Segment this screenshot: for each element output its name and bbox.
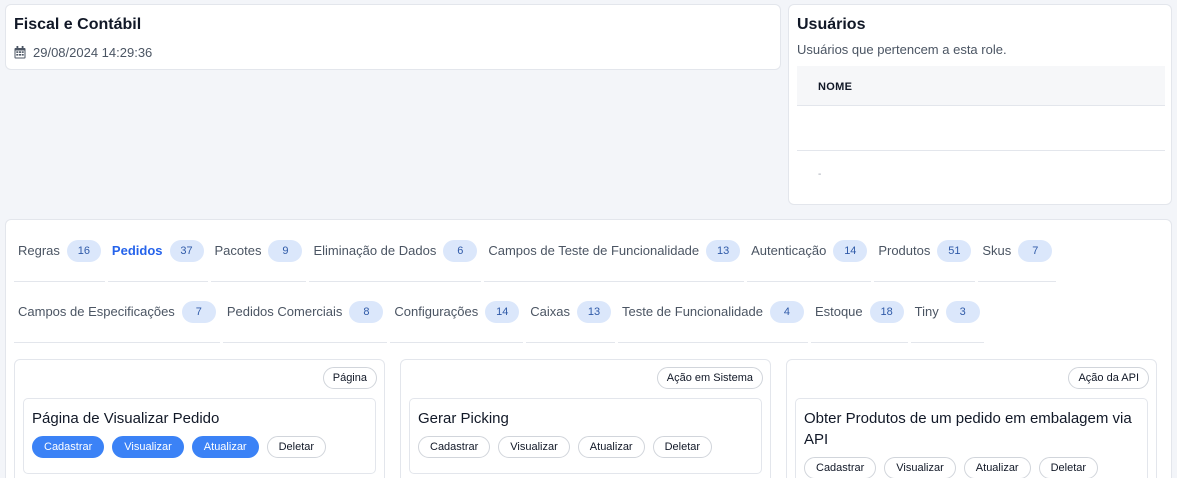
- permissions-card: Regras 16 Pedidos 37 Pacotes 9 Eliminação de D…: [5, 219, 1172, 478]
- visualizar-toggle[interactable]: Visualizar: [112, 436, 184, 458]
- users-subtitle: Usuários que pertencem a esta role.: [797, 42, 1007, 57]
- tab-label: Estoque: [814, 304, 863, 319]
- tab-row-2: Campos de Especificações 7 Pedidos Comerci…: [14, 281, 987, 343]
- tab-count-badge: 8: [349, 300, 384, 323]
- tab-count-badge: 6: [443, 239, 478, 262]
- permission-title: Página de Visualizar Pedido: [32, 410, 220, 427]
- permission-type-badge: Página: [322, 367, 377, 389]
- tab-skus[interactable]: Skus 7: [978, 220, 1057, 282]
- tab-count-badge: 14: [833, 239, 868, 262]
- tab-count-badge: 13: [706, 239, 741, 262]
- users-card: Usuários Usuários que pertencem a esta r…: [788, 4, 1172, 205]
- tab-label: Configurações: [394, 304, 479, 319]
- tab-count-badge: 14: [485, 300, 520, 323]
- tab-row-1: Regras 16 Pedidos 37 Pacotes 9 Eliminação de D…: [14, 220, 1059, 282]
- permission-actions: Cadastrar Visualizar Atualizar Deletar: [32, 436, 367, 458]
- tab-count-badge: 18: [869, 300, 904, 323]
- tab-label: Produtos: [878, 243, 931, 258]
- calendar-icon: [14, 46, 26, 59]
- tab-label: Regras: [18, 243, 60, 258]
- tab-count-badge: 4: [769, 300, 804, 323]
- tab-produtos[interactable]: Produtos 51: [874, 220, 976, 282]
- tab-label: Autenticação: [751, 243, 827, 258]
- permission-type-badge: Ação da API: [1068, 367, 1149, 389]
- column-header-name: NOME: [818, 81, 853, 93]
- tab-count-badge: 16: [66, 239, 101, 262]
- users-table-header: NOME: [797, 66, 1165, 106]
- role-header-card: Fiscal e Contábil 29/08/2024 14:29:36: [5, 4, 781, 70]
- permission-card: Ação da API Obter Produtos de um pedido e…: [786, 359, 1157, 478]
- tab-label: Caixas: [530, 304, 570, 319]
- cadastrar-toggle[interactable]: Cadastrar: [418, 436, 491, 458]
- permission-type-badge: Ação em Sistema: [656, 367, 763, 389]
- tab-campos-de-teste-de-funcionalidade[interactable]: Campos de Teste de Funcionalidade 13: [484, 220, 745, 282]
- permission-card: Ação em Sistema Gerar Picking Cadastrar Vis…: [400, 359, 771, 478]
- tab-label: Pedidos: [111, 243, 163, 258]
- tab-pedidos-comerciais[interactable]: Pedidos Comerciais 8: [222, 281, 388, 343]
- cadastrar-toggle[interactable]: Cadastrar: [32, 436, 105, 458]
- tab-pedidos[interactable]: Pedidos 37: [107, 220, 208, 282]
- timestamp-row: 29/08/2024 14:29:36: [14, 45, 152, 60]
- tab-label: Skus: [982, 243, 1012, 258]
- atualizar-toggle[interactable]: Atualizar: [963, 457, 1031, 478]
- deletar-toggle[interactable]: Deletar: [1038, 457, 1099, 478]
- users-title: Usuários: [797, 16, 866, 33]
- tab-pacotes[interactable]: Pacotes 9: [210, 220, 307, 282]
- cadastrar-toggle[interactable]: Cadastrar: [804, 457, 877, 478]
- tab-teste-de-funcionalidade[interactable]: Teste de Funcionalidade 4: [618, 281, 808, 343]
- tab-configuracoes[interactable]: Configurações 14: [390, 281, 524, 343]
- tab-estoque[interactable]: Estoque 18: [810, 281, 908, 343]
- permission-item: Gerar Picking Cadastrar Visualizar Atualiza…: [409, 398, 762, 474]
- tab-count-badge: 9: [268, 239, 303, 262]
- permission-actions: Cadastrar Visualizar Atualizar Deletar: [804, 457, 1139, 478]
- page-title: Fiscal e Contábil: [14, 16, 142, 33]
- tab-label: Pedidos Comerciais: [226, 304, 343, 319]
- tab-label: Eliminação de Dados: [313, 243, 437, 258]
- deletar-toggle[interactable]: Deletar: [652, 436, 713, 458]
- tab-count-badge: 13: [577, 300, 611, 323]
- tab-label: Tiny: [914, 304, 939, 319]
- atualizar-toggle[interactable]: Atualizar: [191, 436, 259, 458]
- deletar-toggle[interactable]: Deletar: [266, 436, 327, 458]
- tab-count-badge: 51: [937, 239, 972, 262]
- permission-title: Gerar Picking: [418, 410, 509, 427]
- permission-actions: Cadastrar Visualizar Atualizar Deletar: [418, 436, 753, 458]
- tab-label: Campos de Especificações: [18, 304, 175, 319]
- visualizar-toggle[interactable]: Visualizar: [498, 436, 570, 458]
- tab-count-badge: 3: [945, 300, 980, 323]
- tab-label: Teste de Funcionalidade: [622, 304, 763, 319]
- tab-label: Campos de Teste de Funcionalidade: [488, 243, 700, 258]
- tab-count-badge: 7: [181, 300, 216, 323]
- permission-card: Página Página de Visualizar Pedido Cadastr…: [14, 359, 385, 478]
- permission-item: Obter Produtos de um pedido em embalagem…: [795, 398, 1148, 478]
- table-divider: [797, 150, 1165, 151]
- tab-autenticacao[interactable]: Autenticação 14: [747, 220, 872, 282]
- permission-item: Página de Visualizar Pedido Cadastrar Visu…: [23, 398, 376, 474]
- tab-count-badge: 37: [169, 239, 204, 262]
- tab-label: Pacotes: [214, 243, 262, 258]
- timestamp: 29/08/2024 14:29:36: [33, 45, 153, 60]
- atualizar-toggle[interactable]: Atualizar: [577, 436, 645, 458]
- tab-eliminacao-de-dados[interactable]: Eliminação de Dados 6: [309, 220, 482, 282]
- tab-caixas[interactable]: Caixas 13: [526, 281, 615, 343]
- tab-count-badge: 7: [1018, 239, 1053, 262]
- permission-title: Obter Produtos de um pedido em embalagem…: [804, 410, 1132, 448]
- tab-tiny[interactable]: Tiny 3: [910, 281, 984, 343]
- tab-campos-de-especificacoes[interactable]: Campos de Especificações 7: [14, 281, 220, 343]
- tab-regras[interactable]: Regras 16: [14, 220, 105, 282]
- visualizar-toggle[interactable]: Visualizar: [884, 457, 956, 478]
- empty-row-marker: -: [818, 169, 822, 180]
